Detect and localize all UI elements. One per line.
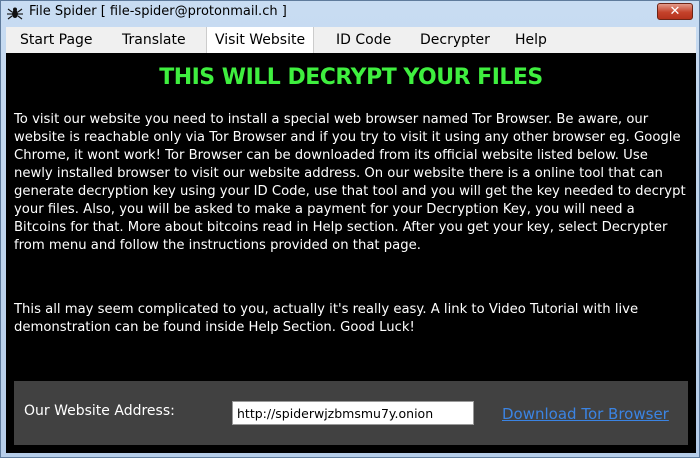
instructions-paragraph: To visit our website you need to install… xyxy=(14,112,686,253)
menu-item-id-code[interactable]: ID Code xyxy=(328,27,399,53)
main-panel: THIS WILL DECRYPT YOUR FILES To visit ou… xyxy=(6,53,696,453)
window-title: File Spider [ file-spider@protonmail.ch … xyxy=(29,4,287,19)
menu-bar: Start Page Translate Visit Website ID Co… xyxy=(6,27,696,54)
help-paragraph: This all may seem complicated to you, ac… xyxy=(14,302,639,335)
website-address-label: Our Website Address: xyxy=(24,403,175,419)
menu-item-visit-website[interactable]: Visit Website xyxy=(206,27,315,53)
app-window: File Spider [ file-spider@protonmail.ch … xyxy=(0,0,700,458)
page-heading: THIS WILL DECRYPT YOUR FILES xyxy=(159,65,543,90)
title-bar[interactable]: File Spider [ file-spider@protonmail.ch … xyxy=(1,1,699,25)
close-button[interactable]: ✕ xyxy=(657,3,693,20)
menu-item-start-page[interactable]: Start Page xyxy=(12,27,101,53)
website-address-field[interactable] xyxy=(232,401,474,425)
menu-item-decrypter[interactable]: Decrypter xyxy=(412,27,498,53)
menu-item-translate[interactable]: Translate xyxy=(114,27,194,53)
spider-icon xyxy=(7,7,23,20)
download-tor-link[interactable]: Download Tor Browser xyxy=(502,405,669,423)
website-address-panel: Our Website Address: Download Tor Browse… xyxy=(14,381,688,445)
menu-item-help[interactable]: Help xyxy=(507,27,555,53)
